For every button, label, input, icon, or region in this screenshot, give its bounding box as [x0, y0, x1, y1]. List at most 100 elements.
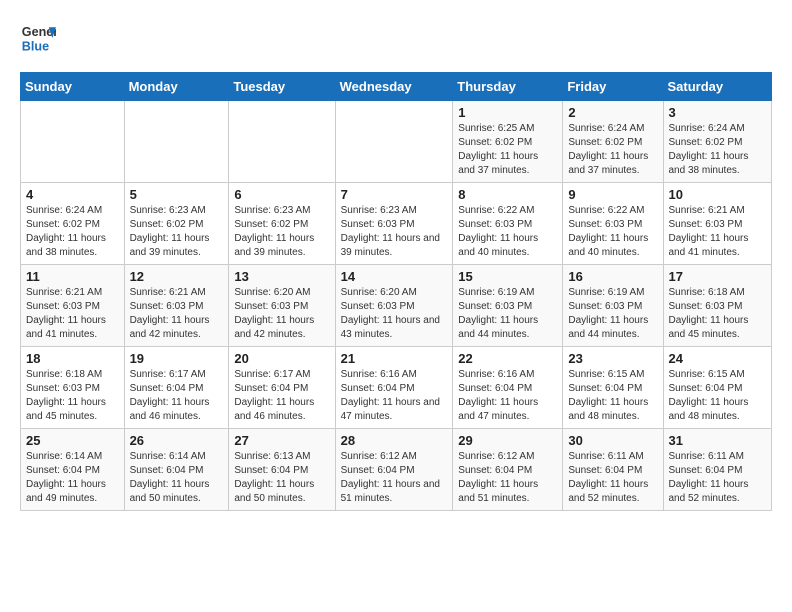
- day-info: Sunrise: 6:25 AMSunset: 6:02 PMDaylight:…: [458, 122, 557, 178]
- calendar-cell: 10 Sunrise: 6:21 AMSunset: 6:03 PMDayligh…: [663, 183, 772, 265]
- day-number: 17: [669, 269, 767, 284]
- day-number: 22: [458, 351, 557, 366]
- calendar-cell: 21 Sunrise: 6:16 AMSunset: 6:04 PMDayligh…: [335, 347, 453, 429]
- svg-text:Blue: Blue: [22, 40, 49, 54]
- weekday-header-tuesday: Tuesday: [229, 73, 335, 101]
- calendar-cell: 20 Sunrise: 6:17 AMSunset: 6:04 PMDayligh…: [229, 347, 335, 429]
- day-number: 8: [458, 187, 557, 202]
- day-number: 1: [458, 105, 557, 120]
- calendar-cell: 26 Sunrise: 6:14 AMSunset: 6:04 PMDayligh…: [124, 429, 229, 511]
- day-number: 12: [130, 269, 224, 284]
- day-number: 11: [26, 269, 119, 284]
- weekday-header-sunday: Sunday: [21, 73, 125, 101]
- calendar-cell: 16 Sunrise: 6:19 AMSunset: 6:03 PMDayligh…: [563, 265, 663, 347]
- day-info: Sunrise: 6:23 AMSunset: 6:02 PMDaylight:…: [130, 204, 224, 260]
- day-number: 28: [341, 433, 448, 448]
- day-info: Sunrise: 6:17 AMSunset: 6:04 PMDaylight:…: [130, 368, 224, 424]
- day-info: Sunrise: 6:18 AMSunset: 6:03 PMDaylight:…: [669, 286, 767, 342]
- calendar-cell: 27 Sunrise: 6:13 AMSunset: 6:04 PMDayligh…: [229, 429, 335, 511]
- day-number: 5: [130, 187, 224, 202]
- day-info: Sunrise: 6:15 AMSunset: 6:04 PMDaylight:…: [568, 368, 657, 424]
- weekday-header-monday: Monday: [124, 73, 229, 101]
- weekday-header-thursday: Thursday: [453, 73, 563, 101]
- day-info: Sunrise: 6:13 AMSunset: 6:04 PMDaylight:…: [234, 450, 329, 506]
- calendar-cell: 18 Sunrise: 6:18 AMSunset: 6:03 PMDayligh…: [21, 347, 125, 429]
- calendar-cell: 17 Sunrise: 6:18 AMSunset: 6:03 PMDayligh…: [663, 265, 772, 347]
- calendar-cell: [21, 101, 125, 183]
- calendar-cell: 31Sunrise: 6:11 AMSunset: 6:04 PMDayligh…: [663, 429, 772, 511]
- calendar-cell: 2 Sunrise: 6:24 AMSunset: 6:02 PMDaylight…: [563, 101, 663, 183]
- day-number: 7: [341, 187, 448, 202]
- calendar-cell: 25 Sunrise: 6:14 AMSunset: 6:04 PMDayligh…: [21, 429, 125, 511]
- day-number: 3: [669, 105, 767, 120]
- calendar-cell: 22 Sunrise: 6:16 AMSunset: 6:04 PMDayligh…: [453, 347, 563, 429]
- calendar-cell: [229, 101, 335, 183]
- day-number: 10: [669, 187, 767, 202]
- day-info: Sunrise: 6:15 AMSunset: 6:04 PMDaylight:…: [669, 368, 767, 424]
- day-info: Sunrise: 6:23 AMSunset: 6:02 PMDaylight:…: [234, 204, 329, 260]
- calendar-cell: 3Sunrise: 6:24 AMSunset: 6:02 PMDaylight…: [663, 101, 772, 183]
- day-info: Sunrise: 6:22 AMSunset: 6:03 PMDaylight:…: [568, 204, 657, 260]
- day-number: 4: [26, 187, 119, 202]
- calendar-cell: 30 Sunrise: 6:11 AMSunset: 6:04 PMDayligh…: [563, 429, 663, 511]
- calendar-cell: 9 Sunrise: 6:22 AMSunset: 6:03 PMDaylight…: [563, 183, 663, 265]
- day-info: Sunrise: 6:22 AMSunset: 6:03 PMDaylight:…: [458, 204, 557, 260]
- day-number: 19: [130, 351, 224, 366]
- day-info: Sunrise: 6:19 AMSunset: 6:03 PMDaylight:…: [458, 286, 557, 342]
- calendar-cell: 24 Sunrise: 6:15 AMSunset: 6:04 PMDayligh…: [663, 347, 772, 429]
- day-info: Sunrise: 6:16 AMSunset: 6:04 PMDaylight:…: [341, 368, 448, 424]
- day-number: 14: [341, 269, 448, 284]
- day-number: 16: [568, 269, 657, 284]
- day-number: 18: [26, 351, 119, 366]
- day-number: 24: [669, 351, 767, 366]
- day-number: 13: [234, 269, 329, 284]
- calendar-cell: 13Sunrise: 6:20 AMSunset: 6:03 PMDayligh…: [229, 265, 335, 347]
- day-info: Sunrise: 6:24 AMSunset: 6:02 PMDaylight:…: [26, 204, 119, 260]
- day-number: 25: [26, 433, 119, 448]
- weekday-header-wednesday: Wednesday: [335, 73, 453, 101]
- day-info: Sunrise: 6:11 AMSunset: 6:04 PMDaylight:…: [568, 450, 657, 506]
- calendar-cell: 14 Sunrise: 6:20 AMSunset: 6:03 PMDayligh…: [335, 265, 453, 347]
- calendar-cell: 19 Sunrise: 6:17 AMSunset: 6:04 PMDayligh…: [124, 347, 229, 429]
- calendar-cell: 8 Sunrise: 6:22 AMSunset: 6:03 PMDaylight…: [453, 183, 563, 265]
- weekday-header-saturday: Saturday: [663, 73, 772, 101]
- calendar-cell: 6Sunrise: 6:23 AMSunset: 6:02 PMDaylight…: [229, 183, 335, 265]
- day-info: Sunrise: 6:14 AMSunset: 6:04 PMDaylight:…: [26, 450, 119, 506]
- day-info: Sunrise: 6:11 AMSunset: 6:04 PMDaylight:…: [669, 450, 767, 506]
- day-number: 2: [568, 105, 657, 120]
- day-info: Sunrise: 6:23 AMSunset: 6:03 PMDaylight:…: [341, 204, 448, 260]
- day-info: Sunrise: 6:20 AMSunset: 6:03 PMDaylight:…: [341, 286, 448, 342]
- day-info: Sunrise: 6:16 AMSunset: 6:04 PMDaylight:…: [458, 368, 557, 424]
- day-number: 9: [568, 187, 657, 202]
- calendar-cell: 7 Sunrise: 6:23 AMSunset: 6:03 PMDaylight…: [335, 183, 453, 265]
- day-info: Sunrise: 6:21 AMSunset: 6:03 PMDaylight:…: [130, 286, 224, 342]
- day-number: 27: [234, 433, 329, 448]
- calendar-cell: 12 Sunrise: 6:21 AMSunset: 6:03 PMDayligh…: [124, 265, 229, 347]
- calendar-cell: 5 Sunrise: 6:23 AMSunset: 6:02 PMDaylight…: [124, 183, 229, 265]
- day-number: 20: [234, 351, 329, 366]
- day-info: Sunrise: 6:21 AMSunset: 6:03 PMDaylight:…: [26, 286, 119, 342]
- calendar-cell: 29Sunrise: 6:12 AMSunset: 6:04 PMDayligh…: [453, 429, 563, 511]
- day-info: Sunrise: 6:24 AMSunset: 6:02 PMDaylight:…: [568, 122, 657, 178]
- calendar-cell: [335, 101, 453, 183]
- calendar-cell: 1 Sunrise: 6:25 AMSunset: 6:02 PMDaylight…: [453, 101, 563, 183]
- day-number: 26: [130, 433, 224, 448]
- weekday-header-friday: Friday: [563, 73, 663, 101]
- day-info: Sunrise: 6:17 AMSunset: 6:04 PMDaylight:…: [234, 368, 329, 424]
- calendar-table: SundayMondayTuesdayWednesdayThursdayFrid…: [20, 72, 772, 511]
- day-info: Sunrise: 6:21 AMSunset: 6:03 PMDaylight:…: [669, 204, 767, 260]
- day-number: 23: [568, 351, 657, 366]
- calendar-cell: 28 Sunrise: 6:12 AMSunset: 6:04 PMDayligh…: [335, 429, 453, 511]
- calendar-cell: 15 Sunrise: 6:19 AMSunset: 6:03 PMDayligh…: [453, 265, 563, 347]
- day-info: Sunrise: 6:18 AMSunset: 6:03 PMDaylight:…: [26, 368, 119, 424]
- day-info: Sunrise: 6:12 AMSunset: 6:04 PMDaylight:…: [458, 450, 557, 506]
- day-info: Sunrise: 6:19 AMSunset: 6:03 PMDaylight:…: [568, 286, 657, 342]
- logo-icon: General Blue: [20, 20, 56, 56]
- day-number: 15: [458, 269, 557, 284]
- day-info: Sunrise: 6:14 AMSunset: 6:04 PMDaylight:…: [130, 450, 224, 506]
- calendar-cell: 23 Sunrise: 6:15 AMSunset: 6:04 PMDayligh…: [563, 347, 663, 429]
- calendar-cell: [124, 101, 229, 183]
- day-number: 21: [341, 351, 448, 366]
- day-number: 30: [568, 433, 657, 448]
- day-info: Sunrise: 6:12 AMSunset: 6:04 PMDaylight:…: [341, 450, 448, 506]
